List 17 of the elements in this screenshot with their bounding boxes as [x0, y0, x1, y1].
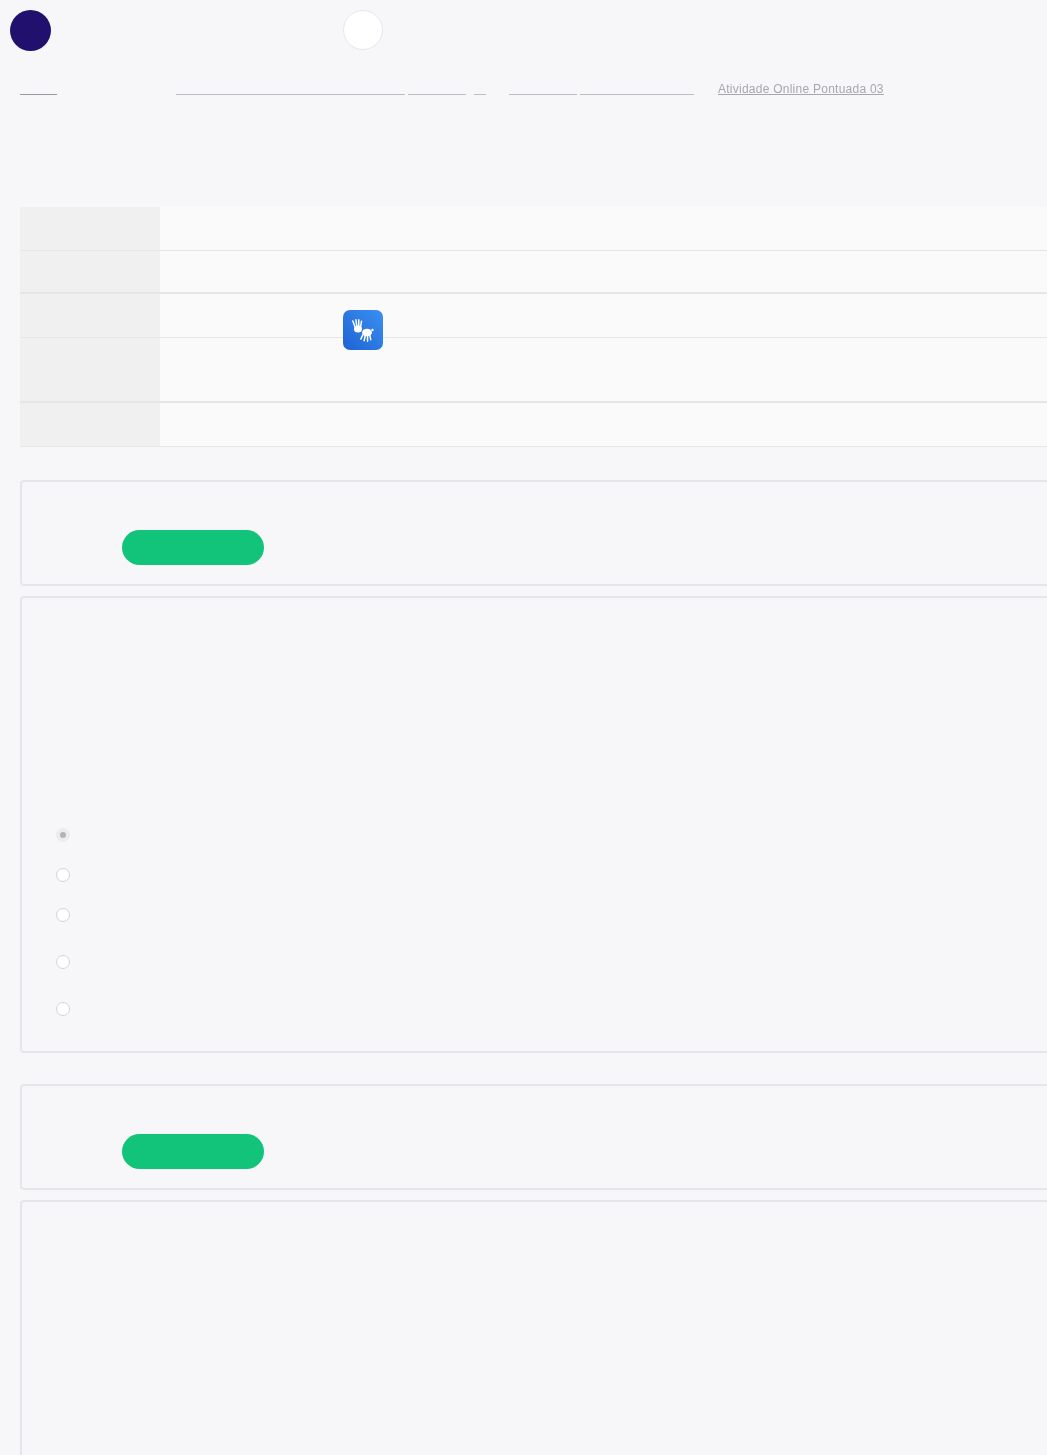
- action-button[interactable]: [122, 1134, 264, 1169]
- radio-button[interactable]: [56, 868, 70, 882]
- hands-icon[interactable]: [343, 310, 383, 350]
- logo-icon: [10, 10, 51, 51]
- link-underline[interactable]: [580, 94, 694, 95]
- avatar-icon[interactable]: [343, 10, 383, 50]
- radio-button[interactable]: [56, 908, 70, 922]
- link-underline[interactable]: [509, 94, 577, 95]
- radio-button[interactable]: [56, 1002, 70, 1016]
- radio-button[interactable]: [56, 955, 70, 969]
- breadcrumb-link[interactable]: Atividade Online Pontuada 03: [718, 79, 884, 99]
- link-underline[interactable]: [20, 94, 57, 95]
- radio-button[interactable]: [56, 828, 70, 842]
- action-button[interactable]: [122, 530, 264, 565]
- link-underline[interactable]: [408, 94, 466, 95]
- link-underline[interactable]: [474, 94, 486, 95]
- link-underline[interactable]: [176, 94, 405, 95]
